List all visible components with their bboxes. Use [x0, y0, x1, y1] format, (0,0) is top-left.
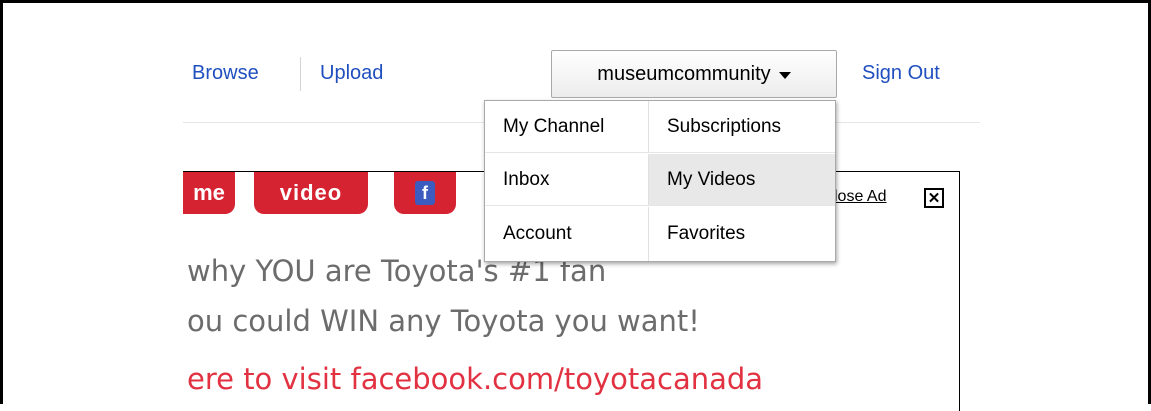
ad-home-tab[interactable]: me	[183, 172, 235, 214]
menu-item-account[interactable]: Account	[485, 207, 648, 261]
close-ad-link[interactable]: lose Ad	[834, 188, 886, 206]
sign-out-link[interactable]: Sign Out	[862, 62, 940, 85]
menu-item-my-channel[interactable]: My Channel	[485, 101, 648, 153]
menu-item-subscriptions[interactable]: Subscriptions	[648, 101, 835, 153]
menu-item-favorites[interactable]: Favorites	[648, 207, 835, 261]
username-label: museumcommunity	[597, 62, 771, 85]
ad-video-tab[interactable]: video	[254, 172, 368, 214]
menu-item-my-videos[interactable]: My Videos	[648, 154, 835, 206]
ad-facebook-link[interactable]: ere to visit facebook.com/toyotacanada	[187, 362, 763, 396]
upload-link[interactable]: Upload	[320, 62, 383, 85]
close-x-icon[interactable]: ✕	[924, 188, 944, 208]
facebook-icon: f	[415, 181, 435, 205]
menu-item-inbox[interactable]: Inbox	[485, 154, 648, 206]
browse-link[interactable]: Browse	[192, 62, 259, 85]
ad-home-label: me	[193, 180, 225, 205]
ad-facebook-tab[interactable]: f	[394, 172, 456, 214]
user-menu-button[interactable]: museumcommunity	[551, 50, 837, 98]
user-dropdown-menu: My Channel Subscriptions Inbox My Videos…	[484, 100, 836, 262]
ad-video-label: video	[279, 180, 343, 205]
chevron-down-icon	[778, 71, 791, 79]
ad-subheadline: ou could WIN any Toyota you want!	[187, 304, 700, 338]
nav-separator	[300, 57, 301, 91]
